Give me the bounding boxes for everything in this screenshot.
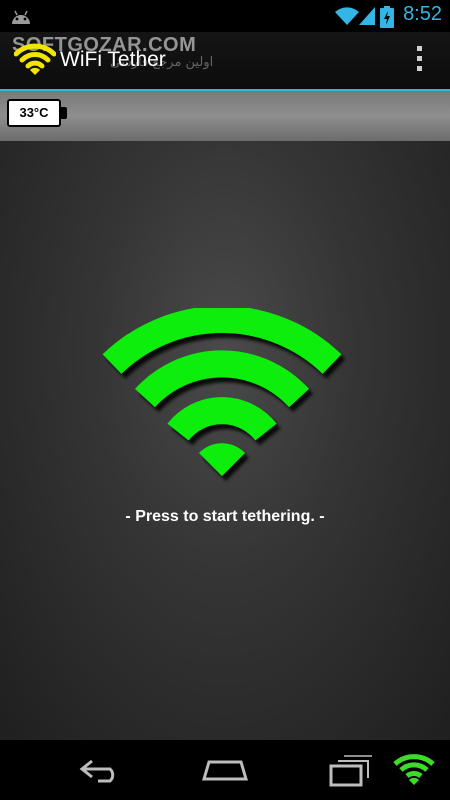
status-bar: 8:52 [0,0,450,32]
battery-charging-icon [380,6,394,28]
recent-apps-icon[interactable] [328,754,374,788]
temperature-label: 33°C [7,99,61,127]
home-icon[interactable] [201,754,249,786]
clock: 8:52 [403,3,442,25]
wifi-toggle-button[interactable] [95,298,355,488]
android-icon [12,10,30,24]
back-icon[interactable] [78,754,122,786]
wifi-tether-icon[interactable] [392,752,436,786]
temperature-bar: 33°C [0,91,450,141]
app-wifi-icon [14,43,56,75]
navigation-bar [0,740,450,800]
cell-signal-icon [359,7,375,25]
status-hint: - Press to start tethering. - [125,508,325,525]
action-bar: SOFTGOZAR.COM اولین مرجع فارسی WiFi Teth… [0,32,450,91]
main-panel: - Press to start tethering. - [0,141,450,740]
app-title: WiFi Tether [60,48,166,71]
overflow-menu-icon[interactable] [416,46,424,76]
wifi-signal-icon [335,7,359,25]
battery-tip [61,107,67,119]
